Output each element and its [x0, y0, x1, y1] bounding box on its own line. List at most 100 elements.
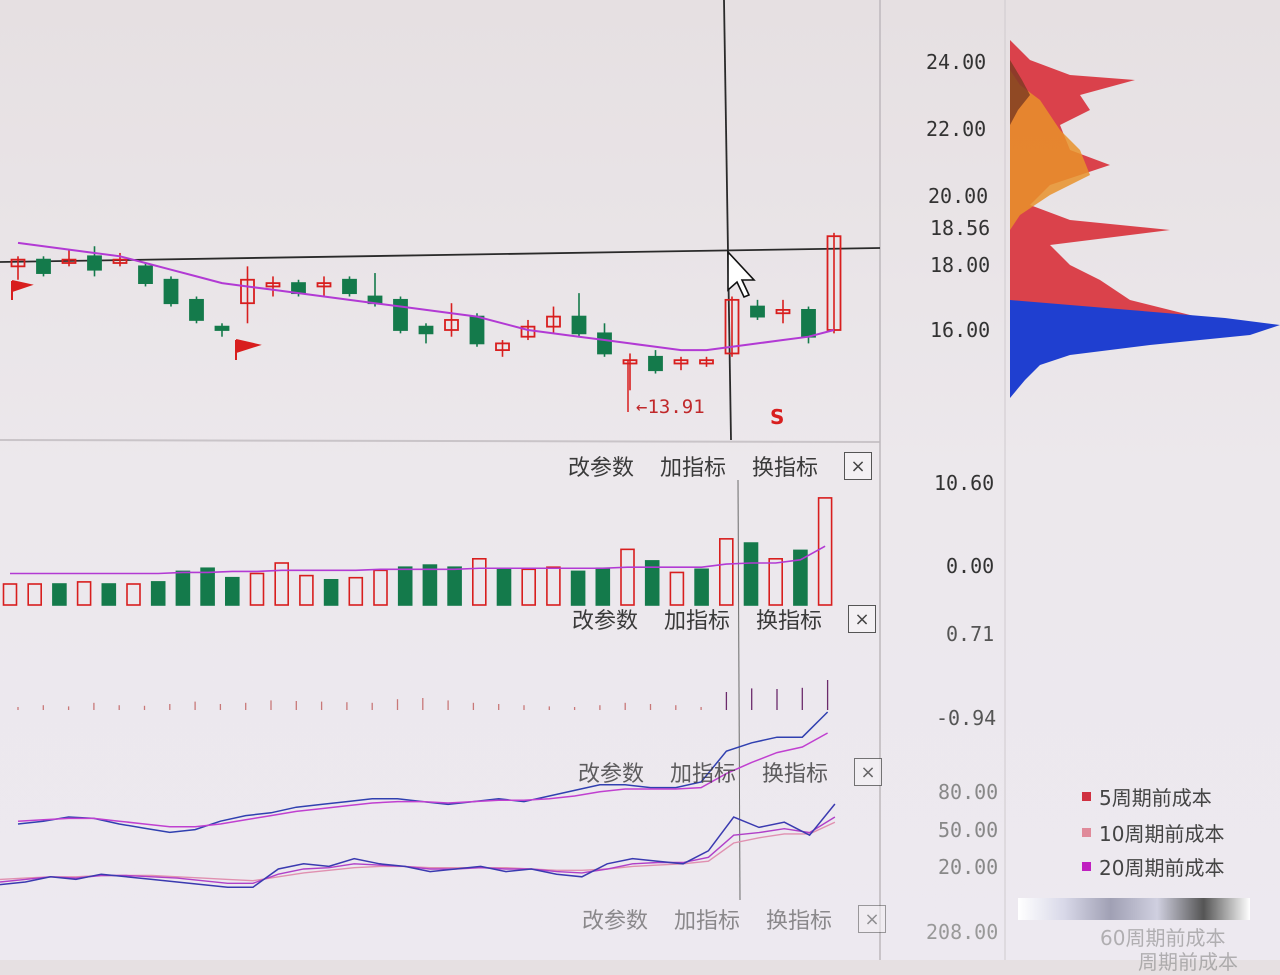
candle-body: [801, 308, 816, 338]
legend-swatch: [1082, 828, 1091, 837]
volume-axis-label: 0.00: [946, 554, 995, 578]
volume-bar: [52, 583, 67, 606]
switch-indicator-button[interactable]: 换指标: [766, 903, 832, 935]
indicator-toolbar-4: 改参数 加指标 换指标 ×: [582, 903, 887, 935]
legend-item: 5周期前成本: [1082, 782, 1212, 811]
chip-distribution: [1010, 40, 1280, 398]
candle-body: [750, 305, 765, 318]
low-price-annotation: ←13.91: [636, 396, 705, 418]
macd-axis-label: -0.94: [936, 706, 997, 730]
volume-bar: [76, 581, 92, 606]
candle-body: [36, 258, 51, 274]
indicator-toolbar-kdj: 改参数 加指标 换指标 ×: [578, 756, 883, 788]
candle-body: [189, 298, 204, 321]
candle-body: [214, 325, 230, 331]
legend-label-partial: 周期前成本: [1138, 950, 1238, 974]
price-axis-label: 16.00: [930, 318, 991, 342]
volume-bar: [694, 568, 709, 606]
candle-body: [393, 298, 408, 331]
candle-body: [138, 265, 153, 285]
kdj-j-line: [0, 821, 836, 882]
volume-bar: [323, 578, 339, 606]
price-axis-label: 20.00: [928, 184, 989, 208]
flag-icon: [11, 280, 34, 300]
switch-indicator-button[interactable]: 换指标: [762, 756, 828, 788]
change-params-button[interactable]: 改参数: [572, 603, 638, 635]
volume-bar: [299, 574, 314, 606]
volume-bar: [249, 572, 265, 606]
indicator-toolbar-volume: 改参数 加指标 换指标 ×: [568, 450, 873, 482]
add-indicator-button[interactable]: 加指标: [664, 603, 730, 635]
candle-body: [163, 278, 179, 305]
main-panel-bottom-border: [0, 439, 881, 443]
volume-bar: [793, 549, 808, 606]
volume-bar: [521, 568, 537, 606]
close-indicator-button[interactable]: ×: [848, 605, 877, 633]
switch-indicator-button[interactable]: 换指标: [756, 603, 822, 635]
legend-label: 20周期前成本: [1099, 856, 1225, 880]
kdj-k-line: [0, 803, 836, 888]
volume-bar: [348, 576, 364, 606]
volume-bar: [200, 567, 215, 606]
add-indicator-button[interactable]: 加指标: [660, 450, 726, 482]
candle-body: [648, 355, 663, 372]
volume-bar: [496, 568, 512, 606]
volume-bar: [422, 564, 438, 606]
volume-bar: [570, 570, 586, 606]
candle-body: [469, 315, 485, 345]
legend-swatch: [1082, 862, 1091, 871]
crosshair-vertical-lower: [737, 479, 741, 901]
legend-swatch: [1082, 792, 1091, 801]
sell-signal-marker: S: [770, 405, 785, 429]
volume-axis-label: 10.60: [934, 471, 995, 495]
macd-axis-label: 0.71: [946, 622, 995, 646]
volume-bar: [768, 557, 784, 606]
candle-body: [597, 332, 612, 355]
legend-item: 20周期前成本: [1082, 852, 1224, 881]
add-indicator-button[interactable]: 加指标: [674, 903, 740, 935]
price-axis-label: 18.00: [930, 253, 991, 277]
change-params-button[interactable]: 改参数: [578, 756, 644, 788]
volume-bar: [27, 583, 43, 606]
volume-bar: [595, 567, 611, 606]
volume-bars: [2, 497, 833, 606]
volume-bar: [274, 562, 290, 606]
candle-body: [87, 255, 102, 271]
chip-cost-blue: [1010, 300, 1280, 398]
price-axis-label: 24.00: [926, 50, 987, 74]
legend-label: 5周期前成本: [1099, 786, 1212, 810]
mouse-cursor-icon: [727, 249, 756, 299]
change-params-button[interactable]: 改参数: [568, 450, 634, 482]
candle-body: [342, 278, 357, 295]
volume-bar: [126, 583, 141, 606]
add-indicator-button[interactable]: 加指标: [670, 756, 736, 788]
legend-item: 10周期前成本: [1082, 818, 1224, 847]
close-indicator-button[interactable]: ×: [854, 758, 883, 786]
volume-bar: [2, 583, 18, 606]
volume-bar: [669, 571, 685, 606]
crosshair-price-label: 18.56: [930, 216, 991, 240]
candlestick-series: [10, 232, 842, 391]
legend-label: 10周期前成本: [1099, 822, 1225, 846]
indicator-toolbar-macd: 改参数 加指标 换指标 ×: [572, 603, 877, 635]
volume-bar: [718, 538, 734, 606]
close-indicator-button[interactable]: ×: [858, 905, 887, 933]
switch-indicator-button[interactable]: 换指标: [752, 450, 818, 482]
price-axis-label: 22.00: [926, 117, 987, 141]
volume-bar: [150, 581, 166, 606]
volume-bar: [546, 566, 561, 606]
crosshair-vertical-line: [723, 0, 732, 441]
volume-bar: [373, 569, 388, 606]
flag-icon: [235, 339, 262, 360]
close-indicator-button[interactable]: ×: [844, 452, 873, 480]
change-params-button[interactable]: 改参数: [582, 903, 648, 935]
volume-bar: [447, 566, 462, 606]
candle-body: [418, 325, 434, 335]
blurred-watermark: [1018, 898, 1250, 920]
volume-bar: [397, 566, 413, 606]
volume-bar: [620, 548, 635, 606]
volume-bar: [743, 542, 759, 606]
volume-bar: [471, 557, 487, 606]
volume-bar: [101, 583, 117, 606]
kdj-axis-label: 208.00: [926, 920, 999, 944]
